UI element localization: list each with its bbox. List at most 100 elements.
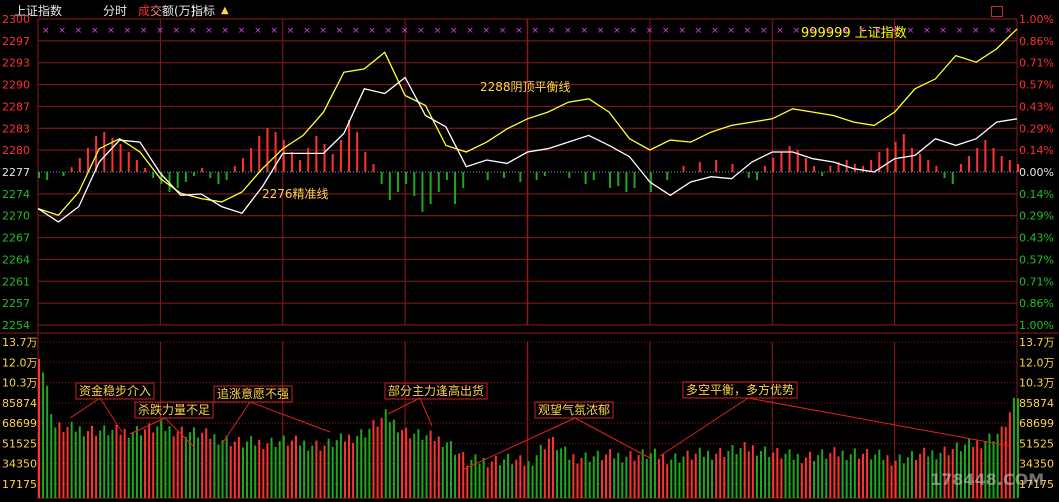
volume-bar (621, 462, 624, 498)
momentum-bar (519, 172, 522, 182)
volume-bar (531, 465, 534, 498)
percent-tick-label: 0.43% (1019, 232, 1054, 245)
volume-bar (853, 448, 856, 498)
momentum-bar (152, 172, 155, 178)
volume-bar (923, 447, 926, 498)
volume-bar (258, 439, 261, 498)
volume-bar (498, 465, 501, 498)
volume-bar (197, 437, 200, 498)
volume-bar (588, 461, 591, 498)
volume-bar (694, 453, 697, 498)
trade-marker: × (597, 26, 605, 36)
momentum-bar (927, 160, 930, 172)
volume-bar (849, 454, 852, 498)
volume-bar (739, 448, 742, 498)
volume-bar (299, 445, 302, 498)
volume-bar (348, 434, 351, 498)
momentum-bar (894, 142, 897, 172)
momentum-bar (788, 146, 791, 172)
trade-marker: × (956, 26, 964, 36)
volume-bar (768, 457, 771, 498)
volume-bar (494, 455, 497, 498)
momentum-bar (992, 148, 995, 172)
volume-bar (392, 419, 395, 498)
volume-bar (384, 409, 387, 498)
volume-bar (66, 426, 69, 498)
trade-marker: × (678, 26, 686, 36)
volume-tick-label: 17175 (2, 478, 37, 491)
volume-bar (653, 448, 656, 498)
momentum-bar (445, 172, 448, 180)
volume-bar (42, 372, 45, 498)
momentum-bar (103, 132, 106, 172)
volume-bar (221, 440, 224, 498)
volume-bar (46, 385, 49, 498)
volume-bar (870, 459, 873, 498)
momentum-bar (829, 166, 832, 172)
volume-tick-label: 85874 (2, 397, 37, 410)
volume-bar (731, 444, 734, 498)
momentum-bar (193, 172, 196, 176)
trade-marker: × (727, 26, 735, 36)
trade-marker: × (238, 26, 246, 36)
volume-bar (111, 430, 114, 498)
percent-tick-label: 0.86% (1019, 297, 1054, 310)
volume-bar (343, 441, 346, 498)
momentum-bar (804, 158, 807, 172)
momentum-bar (348, 120, 351, 172)
volume-bar (556, 450, 559, 498)
volume-bar (409, 438, 412, 498)
momentum-bar (78, 158, 81, 172)
momentum-bar (853, 164, 856, 172)
volume-bar (915, 459, 918, 498)
momentum-bar (241, 158, 244, 172)
volume-bar (609, 449, 612, 498)
volume-bar (625, 456, 628, 498)
volume-bar (547, 438, 550, 498)
volume-tick-label: 68699 (2, 417, 37, 430)
momentum-bar (429, 172, 432, 204)
volume-bar (135, 426, 138, 498)
volume-bar (788, 449, 791, 498)
volume-bar (266, 443, 269, 498)
momentum-bar (62, 172, 65, 176)
volume-bar (168, 426, 171, 498)
trade-marker: × (662, 26, 670, 36)
volume-bar (596, 450, 599, 498)
volume-bar (486, 467, 489, 498)
momentum-bar (323, 144, 326, 172)
volume-bar (711, 459, 714, 498)
volume-tick-label: 13.7万 (2, 336, 38, 349)
volume-bar (184, 436, 187, 498)
volume-bar (580, 458, 583, 498)
volume-bar (637, 455, 640, 498)
annotation-balance: 多空平衡，多方优势 (686, 382, 794, 397)
percent-tick-label: 0.71% (1019, 275, 1054, 288)
price-tick-label: 2297 (2, 35, 30, 48)
trade-marker: × (287, 26, 295, 36)
volume-bar (784, 453, 787, 498)
trade-marker: × (825, 26, 833, 36)
volume-bar (74, 431, 77, 498)
trade-marker: × (189, 26, 197, 36)
volume-bar (401, 430, 404, 498)
volume-bar (927, 456, 930, 498)
volume-bar (629, 451, 632, 498)
volume-bar (372, 420, 375, 498)
percent-tick-label: 0.71% (1019, 57, 1054, 70)
price-tick-label: 2300 (2, 13, 30, 26)
volume-bar (315, 440, 318, 498)
volume-bar (919, 453, 922, 498)
volume-bar (368, 428, 371, 498)
momentum-bar (405, 172, 408, 184)
volume-bar (890, 465, 893, 498)
trade-marker: × (890, 26, 898, 36)
trade-marker: × (939, 26, 947, 36)
price-tick-label: 2274 (2, 188, 30, 201)
momentum-bar (372, 164, 375, 172)
volume-bar (148, 423, 151, 498)
momentum-bar (902, 134, 905, 172)
volume-bar (86, 431, 89, 498)
volume-bar (311, 445, 314, 498)
momentum-bar (584, 172, 587, 184)
